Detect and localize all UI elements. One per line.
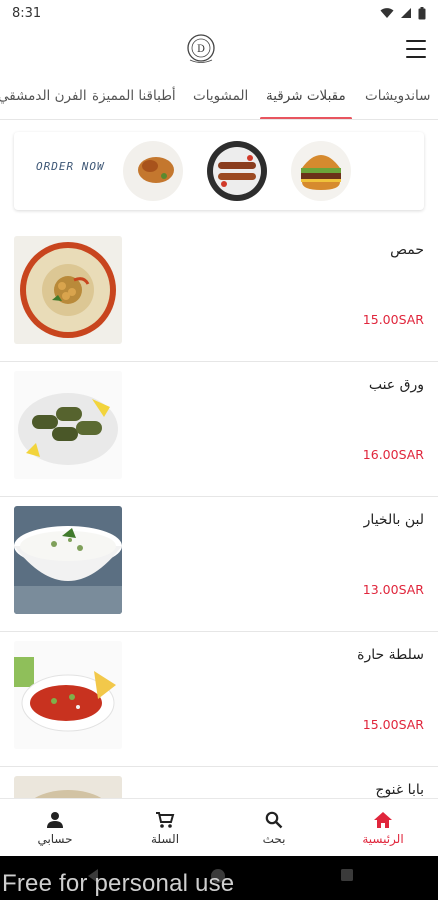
menu-list: ORDER NOW حمص 15.00SAR ورق عنب 16.00SAR … [0, 120, 438, 798]
spicy-salad-image [14, 641, 122, 749]
nav-account[interactable]: حسابي [0, 799, 110, 857]
status-icons [380, 6, 426, 20]
nav-cart-label: السلة [150, 831, 180, 846]
watermark-text: Free for personal use [2, 870, 235, 897]
order-now-banner[interactable]: ORDER NOW [14, 132, 424, 210]
tab-specialties[interactable]: أطباقنا المميزة [92, 74, 176, 119]
cart-icon [156, 811, 175, 828]
menu-item-spicy-salad[interactable]: سلطة حارة 15.00SAR [0, 633, 438, 767]
item-name: سلطة حارة [357, 647, 424, 663]
nav-home-label: الرئيسية [362, 831, 404, 846]
kebab-plate-image [207, 141, 267, 201]
banner-text: ORDER NOW [36, 160, 105, 173]
item-price: 15.00SAR [362, 717, 424, 732]
tab-sandwiches[interactable]: ساندويشات [365, 74, 430, 119]
yogurt-cucumber-image [14, 506, 122, 614]
tab-damascene-oven[interactable]: الفرن الدمشقي [0, 74, 87, 119]
grilled-dish-image [123, 141, 183, 201]
vine-leaves-image [14, 371, 122, 479]
svg-text:D: D [197, 44, 205, 55]
nav-account-label: حسابي [37, 831, 73, 846]
battery-icon [418, 6, 426, 19]
account-icon [47, 811, 63, 828]
app-header: D [0, 26, 438, 74]
tab-grills[interactable]: المشويات [193, 74, 248, 119]
item-price: 16.00SAR [362, 447, 424, 462]
nav-search-label: بحث [262, 831, 286, 846]
restaurant-logo-icon[interactable]: D [184, 30, 218, 66]
wifi-icon [380, 8, 394, 18]
menu-item-baba-ghanoush[interactable]: بابا غنوج [0, 768, 438, 798]
menu-item-vine-leaves[interactable]: ورق عنب 16.00SAR [0, 363, 438, 497]
status-time: 8:31 [12, 5, 42, 21]
burger-image [291, 141, 351, 201]
hamburger-menu-icon[interactable] [406, 40, 426, 58]
recents-icon[interactable] [340, 868, 354, 882]
item-name: حمص [390, 242, 424, 258]
item-price: 15.00SAR [362, 312, 424, 327]
hummus-image [14, 236, 122, 344]
item-name: بابا غنوج [375, 782, 424, 798]
status-bar: 8:31 [0, 0, 438, 26]
home-icon [374, 811, 392, 828]
menu-item-hummus[interactable]: حمص 15.00SAR [0, 228, 438, 362]
nav-home[interactable]: الرئيسية [328, 799, 438, 857]
item-name: ورق عنب [368, 377, 424, 393]
search-icon [265, 811, 283, 828]
item-name: لبن بالخيار [363, 512, 424, 528]
signal-icon [401, 8, 411, 18]
item-price: 13.00SAR [362, 582, 424, 597]
bottom-navigation: الرئيسية بحث السلة حسابي [0, 798, 438, 856]
nav-cart[interactable]: السلة [110, 799, 220, 857]
baba-ghanoush-image [14, 776, 122, 798]
category-tabs: ساندويشات مقبلات شرقية المشويات أطباقنا … [0, 74, 438, 120]
menu-item-yogurt-cucumber[interactable]: لبن بالخيار 13.00SAR [0, 498, 438, 632]
nav-search[interactable]: بحث [219, 799, 329, 857]
tab-eastern-appetizers[interactable]: مقبلات شرقية [260, 74, 352, 119]
